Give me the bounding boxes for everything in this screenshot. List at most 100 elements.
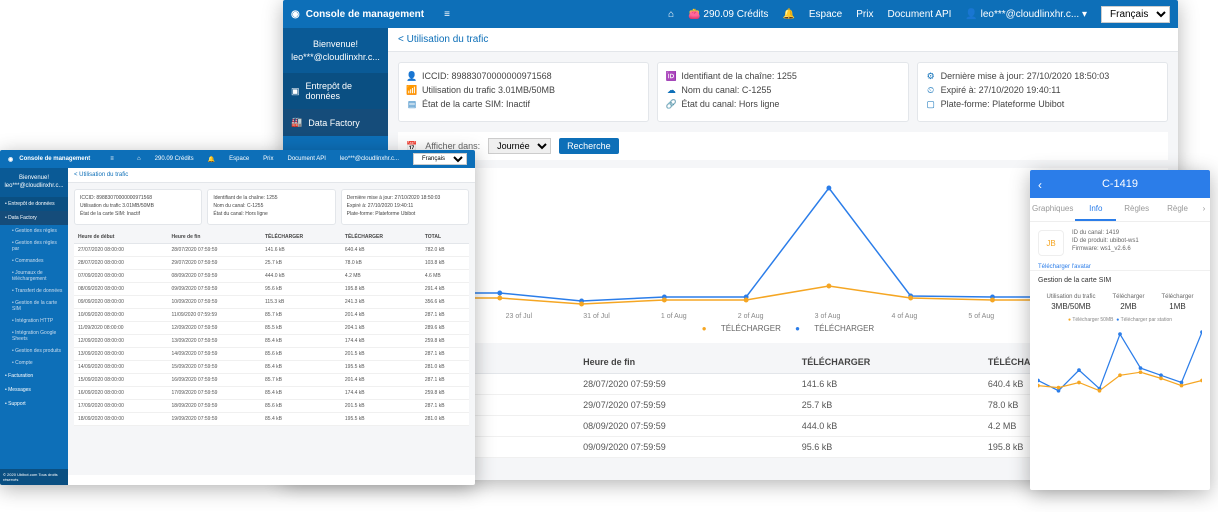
topbar: ◉ Console de management ≡ ⌂ 👛 290.09 Cré… — [283, 0, 1178, 28]
welcome-user: leo***@cloudlinxhr.c... — [289, 51, 382, 64]
small-card2: Identifiant de la chaîne: 1255 Nom du ca… — [207, 189, 335, 225]
small-sidebar: Bienvenue! leo***@cloudlinxhr.c... • Ent… — [0, 168, 68, 475]
small-welcome: Bienvenue! leo***@cloudlinxhr.c... — [0, 168, 68, 197]
sidebar-item[interactable]: • Gestion des produits — [0, 345, 68, 357]
back-icon[interactable]: ‹ — [1038, 178, 1042, 192]
sidebar-item[interactable]: • Gestion des règles — [0, 225, 68, 237]
table-row: 09/09/2020 08:00:0010/09/2020 07:59:5911… — [74, 296, 469, 309]
small-topbar: ◉Console de management ≡ ⌂ 290.09 Crédit… — [0, 150, 475, 168]
filter-range-select[interactable]: Journée — [488, 138, 551, 154]
tab-graphiques[interactable]: Graphiques — [1030, 198, 1075, 221]
mobile-title: C-1419 — [1102, 178, 1138, 190]
table-row: 08/09/2020 08:00:0009/09/2020 07:59:5995… — [74, 283, 469, 296]
tab-info[interactable]: Info — [1075, 198, 1116, 221]
user-menu[interactable]: 👤 leo***@cloudlinxhr.c... ▾ — [965, 9, 1087, 20]
sidebar-item[interactable]: • Commandes — [0, 255, 68, 267]
sidebar-item[interactable]: • Messages — [0, 383, 68, 397]
nav-prix[interactable]: Prix — [856, 9, 873, 20]
sidebar-item[interactable]: • Intégration HTTP — [0, 315, 68, 327]
user-icon: 👤 — [965, 9, 977, 20]
tabs-more-icon[interactable]: › — [1198, 198, 1210, 221]
bell-icon[interactable]: 🔔 — [208, 156, 215, 163]
sidebar-item-datafactory[interactable]: 🏭 Data Factory — [283, 109, 388, 136]
bell-icon[interactable]: 🔔 — [782, 9, 794, 20]
table-row: 17/09/2020 08:00:0018/09/2020 07:59:5985… — [74, 400, 469, 413]
database-icon: ▣ — [291, 86, 300, 97]
credits-label[interactable]: 👛 290.09 Crédits — [688, 9, 768, 20]
small-content: < Utilisation du trafic ICCID: 898830700… — [68, 168, 475, 475]
sidebar-item[interactable]: • Gestion de la carte SIM — [0, 297, 68, 315]
table-row: 27/07/2020 08:00:0028/07/2020 07:59:5914… — [74, 244, 469, 257]
table-row: 11/09/2020 08:00:0012/09/2020 07:59:5985… — [74, 322, 469, 335]
app-logo[interactable]: ◉ Console de management — [291, 9, 424, 20]
small-footer: © 2020 Ubibot.com Tous droits réservés — [0, 469, 68, 485]
header-nav: ⌂ 👛 290.09 Crédits 🔔 Espace Prix Documen… — [668, 6, 1170, 23]
small-card3: Dernière mise à jour: 27/10/2020 18:50:0… — [341, 189, 469, 225]
mobile-header: ‹ C-1419 — [1030, 170, 1210, 198]
card-iccid: 👤ICCID: 89883070000000971568 📶Utilisatio… — [398, 62, 649, 122]
sidebar-item[interactable]: • Support — [0, 397, 68, 411]
table-row: 15/09/2020 08:00:0016/09/2020 07:59:5985… — [74, 374, 469, 387]
hamburger-icon[interactable]: ≡ — [444, 9, 450, 20]
sidebar-item[interactable]: • Data Factory — [0, 211, 68, 225]
breadcrumb[interactable]: < Utilisation du trafic — [388, 28, 1178, 52]
tab-regles[interactable]: Règles — [1116, 198, 1157, 221]
home-icon[interactable]: ⌂ — [668, 9, 674, 20]
link-icon: 🔗 — [666, 99, 676, 109]
sidebar-item[interactable]: • Entrepôt de données — [0, 197, 68, 211]
small-breadcrumb[interactable]: < Utilisation du trafic — [68, 168, 475, 183]
lang-select[interactable]: Français — [413, 153, 467, 165]
filter-bar: 📅 Afficher dans: Journée Recherche — [398, 132, 1168, 160]
user-icon: 👤 — [407, 71, 417, 81]
sidebar-item[interactable]: • Compte — [0, 357, 68, 369]
small-card1: ICCID: 89883070000000971568 Utilisation … — [74, 189, 202, 225]
nav-espace[interactable]: Espace — [809, 9, 842, 20]
hamburger-icon[interactable]: ≡ — [110, 156, 114, 162]
small-window: ◉Console de management ≡ ⌂ 290.09 Crédit… — [0, 150, 475, 485]
mobile-stats: Utilisation du trafic3MB/50MB Télécharge… — [1030, 290, 1210, 315]
small-logo[interactable]: ◉Console de management — [8, 156, 90, 163]
stat-usage: Utilisation du trafic3MB/50MB — [1046, 294, 1095, 311]
device-meta: ID du canal: 1419 ID de produit: ubibot-… — [1072, 230, 1202, 253]
sidebar-item[interactable]: • Intégration Google Sheets — [0, 327, 68, 345]
sidebar-item[interactable]: • Gestion des règles par — [0, 237, 68, 255]
app-title: Console de management — [306, 9, 424, 20]
clock-icon: ⏲ — [926, 85, 936, 95]
mobile-legend: ● Télécharger 50MB ● Télécharger par sta… — [1030, 315, 1210, 325]
table-row: 07/09/2020 08:00:0008/09/2020 07:59:5944… — [74, 270, 469, 283]
mobile-chart — [1030, 325, 1210, 405]
id-icon: 🆔 — [666, 71, 676, 81]
table-row: 18/09/2020 08:00:0019/09/2020 07:59:5985… — [74, 413, 469, 426]
sim-section-title: Gestion de la carte SIM — [1030, 270, 1210, 290]
sidebar-welcome: Bienvenue! leo***@cloudlinxhr.c... — [283, 28, 388, 73]
home-icon[interactable]: ⌂ — [137, 156, 141, 162]
summary-cards: 👤ICCID: 89883070000000971568 📶Utilisatio… — [388, 52, 1178, 132]
device-avatar: JB — [1038, 230, 1064, 256]
table-row: 10/09/2020 08:00:0011/09/2020 07:59:5985… — [74, 309, 469, 322]
logo-icon: ◉ — [291, 9, 300, 20]
factory-icon: 🏭 — [291, 117, 302, 128]
sidebar-item[interactable]: • Facturation — [0, 369, 68, 383]
logo-icon: ◉ — [8, 156, 13, 163]
stat-up: Télécharger1MB — [1161, 294, 1193, 311]
lang-select[interactable]: Français — [1101, 6, 1170, 23]
nav-docapi[interactable]: Document API — [887, 9, 951, 20]
table-row: 13/09/2020 08:00:0014/09/2020 07:59:5985… — [74, 348, 469, 361]
table-row: 28/07/2020 08:00:0029/07/2020 07:59:5925… — [74, 257, 469, 270]
sim-icon: ▤ — [407, 99, 417, 109]
mobile-tabs: Graphiques Info Règles Règle › — [1030, 198, 1210, 222]
sidebar-item[interactable]: • Transfert de données — [0, 285, 68, 297]
sidebar-item-entrepot[interactable]: ▣ Entrepôt de données — [283, 73, 388, 109]
signal-icon: 📶 — [407, 85, 417, 95]
tab-regle[interactable]: Règle — [1157, 198, 1198, 221]
sidebar-item[interactable]: • Journaux de téléchargement — [0, 267, 68, 285]
table-row: 14/09/2020 08:00:0015/09/2020 07:59:5985… — [74, 361, 469, 374]
gear-icon: ⚙ — [926, 71, 936, 81]
cloud-icon: ☁ — [666, 85, 676, 95]
mobile-window: ‹ C-1419 Graphiques Info Règles Règle › … — [1030, 170, 1210, 490]
card-chaine: 🆔Identifiant de la chaîne: 1255 ☁Nom du … — [657, 62, 908, 122]
small-table: Heure de début Heure de fin TÉLÉCHARGER … — [74, 231, 469, 426]
stat-down: Télécharger2MB — [1112, 294, 1144, 311]
platform-icon: ▢ — [926, 99, 936, 109]
search-button[interactable]: Recherche — [559, 138, 619, 154]
